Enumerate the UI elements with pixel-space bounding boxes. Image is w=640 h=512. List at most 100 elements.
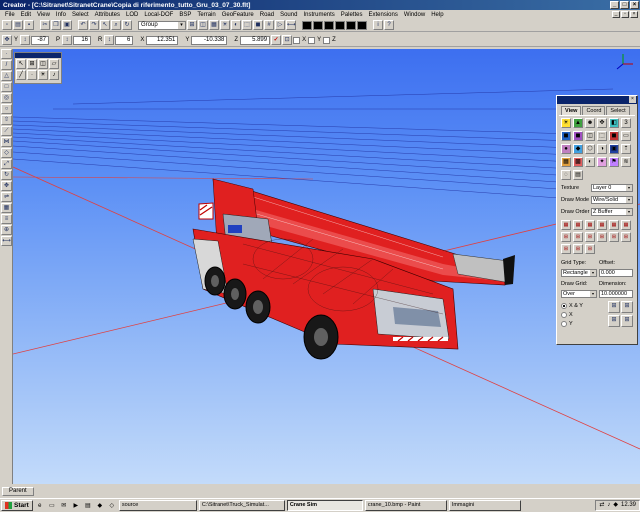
grid-icon[interactable]: # xyxy=(264,20,274,30)
lock-icon[interactable]: ⊡ xyxy=(282,35,293,45)
app2-quicklaunch-icon[interactable]: ◇ xyxy=(107,501,117,511)
mini-tool-group-icon[interactable]: ⊞ xyxy=(27,59,37,69)
create-polygon-icon[interactable]: △ xyxy=(1,71,12,81)
side-view-icon[interactable]: ◼ xyxy=(573,131,583,141)
texture-icon[interactable]: ▦ xyxy=(209,20,219,30)
grid-mode-5-icon[interactable]: ▦ xyxy=(609,220,619,230)
tab-coord[interactable]: Coord xyxy=(582,106,606,115)
view-palette-titlebar[interactable]: × xyxy=(557,96,637,104)
hierarchy-icon[interactable]: ⊞ xyxy=(187,20,197,30)
mdi-restore-button[interactable]: ▫ xyxy=(621,11,629,18)
fog-view-icon[interactable]: ≋ xyxy=(621,157,631,167)
task-source[interactable]: source xyxy=(118,500,197,511)
menu-instruments[interactable]: Instruments xyxy=(300,12,337,18)
menu-geofeature[interactable]: GeoFeature xyxy=(219,12,257,18)
task-paint[interactable]: crane_10.bmp - Paint xyxy=(364,500,447,511)
mini-tool-select-icon[interactable]: ↖ xyxy=(16,59,26,69)
3d-viewport[interactable] xyxy=(13,49,640,484)
tray-network-icon[interactable]: ⇄ xyxy=(599,501,604,510)
app-quicklaunch-icon[interactable]: ◆ xyxy=(95,501,105,511)
open-file-icon[interactable]: ▤ xyxy=(13,20,23,30)
draw-mode-combo[interactable]: Wire/Solid ▾ xyxy=(591,195,633,204)
z-field[interactable]: 5.899 xyxy=(240,35,271,45)
front-view-icon[interactable]: ◼ xyxy=(561,131,571,141)
snap-4-icon[interactable]: ⊞ xyxy=(597,232,607,242)
lod-icon[interactable]: ≡ xyxy=(1,214,12,224)
create-point-icon[interactable]: · xyxy=(1,49,12,59)
grid-mode-6-icon[interactable]: ▦ xyxy=(621,220,631,230)
menu-edit[interactable]: Edit xyxy=(18,12,34,18)
menu-local-dof[interactable]: Local-DOF xyxy=(141,12,176,18)
arrows-icon[interactable]: ✥ xyxy=(597,118,607,128)
tray-app-icon[interactable]: ◆ xyxy=(613,501,618,510)
task-crane-sim[interactable]: Crane Sim xyxy=(286,500,363,511)
measure-icon[interactable]: ⟷ xyxy=(286,20,296,30)
menu-bsp[interactable]: BSP xyxy=(176,12,194,18)
material-view-icon[interactable]: ◐ xyxy=(585,157,595,167)
tray-volume-icon[interactable]: ♪ xyxy=(607,501,610,510)
translate-icon[interactable]: ✥ xyxy=(1,181,12,191)
texture-view-icon[interactable]: ▦ xyxy=(561,157,571,167)
color-view-icon[interactable]: ▩ xyxy=(573,157,583,167)
radio-y[interactable] xyxy=(561,320,567,327)
menu-lod[interactable]: LOD xyxy=(123,12,141,18)
grid-plane-custom-icon[interactable]: ⊞ xyxy=(621,315,633,327)
normals-view-icon[interactable]: ⇡ xyxy=(621,144,631,154)
split-icon[interactable]: ⟋ xyxy=(1,126,12,136)
menu-view[interactable]: View xyxy=(34,12,53,18)
modify-vertex-icon[interactable]: ◇ xyxy=(1,148,12,158)
grid-plane-xz-icon[interactable]: ⊞ xyxy=(621,301,633,313)
desktop-quicklaunch-icon[interactable]: ▭ xyxy=(47,501,57,511)
dimension-field[interactable]: 10.000000 xyxy=(599,289,633,298)
menu-attributes[interactable]: Attributes xyxy=(92,12,123,18)
perspective-icon[interactable]: ⬚ xyxy=(597,131,607,141)
menu-sound[interactable]: Sound xyxy=(277,12,300,18)
yaw-spin-icon[interactable]: ↕ xyxy=(20,35,31,45)
sphere-view-icon[interactable]: ● xyxy=(561,144,571,154)
radio-x[interactable] xyxy=(561,311,567,318)
radio-xy[interactable] xyxy=(561,302,567,309)
snap-7-icon[interactable]: ⊞ xyxy=(561,244,571,254)
undo-icon[interactable]: ↶ xyxy=(78,20,88,30)
mini-tool-edge-icon[interactable]: ╱ xyxy=(16,70,26,80)
palette-close-icon[interactable]: × xyxy=(629,96,636,103)
landscape-icon[interactable]: ▲ xyxy=(573,118,583,128)
create-box-icon[interactable]: □ xyxy=(1,82,12,92)
shade-view-icon[interactable]: ◑ xyxy=(597,144,607,154)
create-cylinder-icon[interactable]: ◎ xyxy=(1,93,12,103)
grid-type-combo[interactable]: Rectangle ▾ xyxy=(561,268,597,277)
shaded-icon[interactable]: ◼ xyxy=(253,20,263,30)
wireframe-icon[interactable]: ⬚ xyxy=(242,20,252,30)
grid-mode-2-icon[interactable]: ▦ xyxy=(573,220,583,230)
grid-mode-1-icon[interactable]: ▦ xyxy=(561,220,571,230)
rotate-tool-icon[interactable]: ↻ xyxy=(1,170,12,180)
x-field[interactable]: 12.351 xyxy=(146,35,179,45)
help-icon[interactable]: ? xyxy=(384,20,394,30)
menu-info[interactable]: Info xyxy=(53,12,69,18)
grid-plane-yz-icon[interactable]: ⊞ xyxy=(608,315,620,327)
pitch-field[interactable]: 16 xyxy=(73,35,92,45)
snap-2-icon[interactable]: ⊞ xyxy=(573,232,583,242)
dof-icon[interactable]: ⊕ xyxy=(1,225,12,235)
mini-tool-light-icon[interactable]: ☀ xyxy=(38,70,48,80)
snap-8-icon[interactable]: ⊞ xyxy=(573,244,583,254)
media-quicklaunch-icon[interactable]: ▶ xyxy=(71,501,81,511)
menu-extensions[interactable]: Extensions xyxy=(365,12,400,18)
roll-spin-icon[interactable]: ↕ xyxy=(104,35,115,45)
menu-help[interactable]: Help xyxy=(428,12,446,18)
new-file-icon[interactable]: ▫ xyxy=(2,20,12,30)
color-swatch-1[interactable] xyxy=(302,20,312,30)
task-immagini[interactable]: Immagini xyxy=(448,500,521,511)
color-swatch-2[interactable] xyxy=(313,20,323,30)
y-checkbox[interactable] xyxy=(308,36,316,44)
camera-icon[interactable]: ▷ xyxy=(275,20,285,30)
model-icon[interactable]: ◫ xyxy=(198,20,208,30)
scale-icon[interactable]: ⤢ xyxy=(1,159,12,169)
select-icon[interactable]: ↖ xyxy=(100,20,110,30)
maximize-button[interactable]: □ xyxy=(620,1,629,9)
x-checkbox[interactable] xyxy=(293,36,301,44)
top-view-icon[interactable]: ◫ xyxy=(585,131,595,141)
menu-file[interactable]: File xyxy=(2,12,18,18)
roll-field[interactable]: 6 xyxy=(115,35,134,45)
menu-road[interactable]: Road xyxy=(257,12,277,18)
